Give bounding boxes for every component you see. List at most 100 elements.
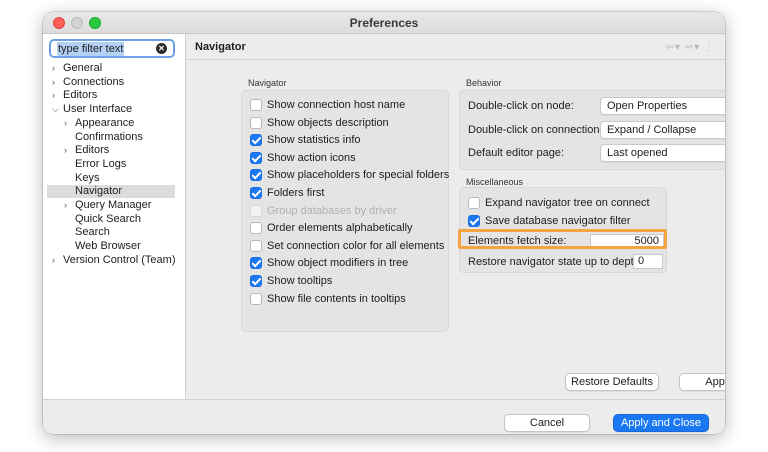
option-label: Set connection color for all elements xyxy=(267,239,445,252)
tree-item[interactable]: › General xyxy=(52,62,103,75)
option-checkbox[interactable] xyxy=(250,239,262,252)
chevron-right-icon[interactable]: › xyxy=(52,254,55,267)
restore-depth-label: Restore navigator state up to depth: xyxy=(468,256,643,268)
navigator-page: Navigator ⇦▾ ⇨▾ ⋮ Navigator Show connect… xyxy=(186,34,725,399)
save-filter-checkbox[interactable] xyxy=(468,215,480,227)
tree-item[interactable]: › Version Control (Team) xyxy=(52,253,176,267)
option-checkbox[interactable] xyxy=(250,169,262,182)
tree-item[interactable]: Keys xyxy=(75,172,99,185)
tree-item-label: Connections xyxy=(63,75,125,88)
option-checkbox[interactable] xyxy=(250,257,262,270)
option-label: Group databases by driver xyxy=(267,204,397,217)
tree-item-label: Appearance xyxy=(75,116,135,129)
tree-item[interactable]: › Appearance xyxy=(64,116,135,130)
option-checkbox[interactable] xyxy=(250,222,262,235)
tree-item-label: Web Browser xyxy=(75,240,141,253)
tree-item[interactable]: › Editors xyxy=(64,144,110,157)
navigator-group: Show connection host name Show objects de… xyxy=(241,90,449,332)
filter-input-text: type filter text xyxy=(57,42,125,56)
chevron-down-icon[interactable]: ⌵ xyxy=(52,103,59,116)
tree-item-label: User Interface xyxy=(63,103,133,116)
tree-item[interactable]: › Connections xyxy=(52,75,125,89)
tree-item[interactable]: Error Logs xyxy=(75,158,126,171)
page-title: Navigator xyxy=(195,41,246,53)
option-label: Show object modifiers in tree xyxy=(267,257,409,270)
chevron-right-icon[interactable]: › xyxy=(64,199,67,212)
tree-item-label: Query Manager xyxy=(75,199,152,211)
double-click-connection-value: Expand / Collapse xyxy=(607,124,697,136)
option-label: Show action icons xyxy=(267,151,356,164)
history-navigation[interactable]: ⇦▾ ⇨▾ ⋮ xyxy=(666,42,715,53)
option-label: Show objects description xyxy=(267,116,389,129)
cancel-button[interactable]: Cancel xyxy=(504,414,590,432)
default-editor-page-select[interactable]: Last opened xyxy=(600,144,725,162)
chevron-right-icon[interactable]: › xyxy=(52,89,55,102)
tree-item-label: Editors xyxy=(63,89,98,102)
option-checkbox xyxy=(250,204,262,217)
option-label: Show placeholders for special folders xyxy=(267,169,450,182)
tree-item-label: Search xyxy=(75,226,110,239)
navigator-group-label: Navigator xyxy=(248,78,287,88)
back-arrow-icon[interactable]: ⇦▾ xyxy=(666,42,681,53)
restore-defaults-button[interactable]: Restore Defaults xyxy=(565,373,659,391)
filter-input[interactable]: type filter text ✕ xyxy=(49,39,175,58)
tree-item-label: Error Logs xyxy=(75,157,127,170)
option-checkbox[interactable] xyxy=(250,187,262,199)
tree-item-label: Confirmations xyxy=(75,130,143,143)
default-editor-page-label: Default editor page: xyxy=(468,147,565,159)
dialog-footer: Cancel Apply and Close xyxy=(43,399,725,434)
double-click-node-select[interactable]: Open Properties xyxy=(600,97,725,115)
default-editor-page-value: Last opened xyxy=(607,147,668,159)
option-checkbox[interactable] xyxy=(250,134,262,147)
misc-group-label: Miscellaneous xyxy=(466,177,524,187)
option-checkbox[interactable] xyxy=(250,99,262,111)
header-divider xyxy=(186,59,725,60)
preferences-sidebar: type filter text ✕ › General › Connections ›… xyxy=(43,34,186,399)
option-label: Folders first xyxy=(267,187,325,199)
tree-item[interactable]: Quick Search xyxy=(75,213,141,226)
restore-depth-input[interactable]: 0 xyxy=(633,254,663,269)
chevron-right-icon[interactable]: › xyxy=(64,144,67,157)
option-checkbox[interactable] xyxy=(250,275,262,287)
double-click-connection-select[interactable]: Expand / Collapse xyxy=(600,121,725,139)
tree-item[interactable]: Web Browser xyxy=(75,240,141,253)
behavior-group: Double-click on node: Open Properties Do… xyxy=(459,90,725,170)
tree-item[interactable]: › Editors xyxy=(52,89,98,102)
tree-item-label: Quick Search xyxy=(75,212,142,225)
tree-item-label: Editors xyxy=(75,144,110,157)
option-label: Show tooltips xyxy=(267,275,333,287)
option-checkbox[interactable] xyxy=(250,292,262,305)
tree-item-label: Navigator xyxy=(75,185,123,198)
chevron-right-icon[interactable]: › xyxy=(64,117,67,130)
double-click-connection-label: Double-click on connection: xyxy=(468,124,603,136)
tree-item-label: General xyxy=(63,62,103,74)
apply-button[interactable]: Apply xyxy=(679,373,725,391)
option-label: Show statistics info xyxy=(267,134,361,147)
option-checkbox[interactable] xyxy=(250,151,262,164)
fetch-size-highlight xyxy=(458,229,667,249)
tree-item[interactable]: Confirmations xyxy=(75,131,143,144)
title-bar: Preferences xyxy=(43,12,725,34)
double-click-node-label: Double-click on node: xyxy=(468,100,574,112)
option-label: Show file contents in tooltips xyxy=(267,292,406,305)
tree-item[interactable]: Navigator xyxy=(75,185,122,198)
tree-item-label: Version Control (Team) xyxy=(63,253,176,266)
double-click-node-value: Open Properties xyxy=(607,100,688,112)
forward-arrow-icon[interactable]: ⇨▾ xyxy=(685,42,700,53)
tree-item[interactable]: Search xyxy=(75,226,110,239)
preferences-window: Preferences type filter text ✕ › General ›… xyxy=(43,12,725,434)
chevron-right-icon[interactable]: › xyxy=(52,76,55,89)
clear-filter-icon[interactable]: ✕ xyxy=(156,43,167,54)
expand-tree-checkbox[interactable] xyxy=(468,197,480,209)
apply-and-close-button[interactable]: Apply and Close xyxy=(613,414,709,432)
view-menu-icon[interactable]: ⋮ xyxy=(704,42,715,53)
option-label: Show connection host name xyxy=(267,99,406,111)
window-title: Preferences xyxy=(349,16,419,30)
behavior-group-label: Behavior xyxy=(466,78,502,88)
tree-item[interactable]: ⌵ User Interface xyxy=(52,103,133,116)
option-checkbox[interactable] xyxy=(250,116,262,129)
tree-item-label: Keys xyxy=(75,171,100,184)
option-label: Order elements alphabetically xyxy=(267,222,413,235)
tree-item[interactable]: › Query Manager xyxy=(64,199,152,212)
chevron-right-icon[interactable]: › xyxy=(52,62,55,75)
